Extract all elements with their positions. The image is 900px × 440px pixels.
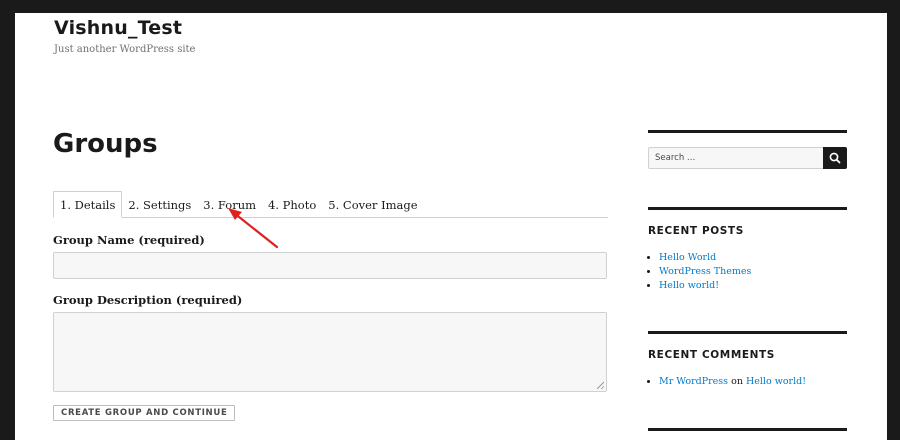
- search-button[interactable]: [823, 147, 847, 169]
- comment-post-link[interactable]: Hello world!: [746, 376, 806, 387]
- group-creation-tabs: 1. Details 2. Settings 3. Forum 4. Photo…: [53, 191, 608, 218]
- list-item: WordPress Themes: [659, 265, 751, 279]
- recent-post-link[interactable]: Hello world!: [659, 280, 719, 291]
- tab-details[interactable]: 1. Details: [53, 191, 123, 218]
- page-title: Groups: [53, 129, 158, 159]
- widget-divider: [648, 130, 847, 133]
- comment-connector: on: [731, 376, 743, 387]
- search-icon: [829, 152, 841, 164]
- search-input[interactable]: Search …: [648, 147, 824, 169]
- list-item: Hello World: [659, 251, 751, 265]
- recent-post-link[interactable]: WordPress Themes: [659, 266, 751, 277]
- site-tagline: Just another WordPress site: [54, 44, 196, 55]
- widget-divider: [648, 207, 847, 210]
- list-item: Mr WordPress on Hello world!: [659, 375, 806, 389]
- recent-posts-title: Recent Posts: [648, 225, 744, 237]
- list-item: Hello world!: [659, 279, 751, 293]
- widget-divider: [648, 331, 847, 334]
- create-group-button[interactable]: Create Group and Continue: [53, 405, 236, 421]
- page: Vishnu_Test Just another WordPress site …: [15, 13, 887, 440]
- site-title[interactable]: Vishnu_Test: [54, 17, 182, 39]
- tab-settings[interactable]: 2. Settings: [122, 192, 197, 217]
- arrow-annotation-icon: [228, 208, 279, 249]
- recent-post-link[interactable]: Hello World: [659, 252, 716, 263]
- widget-divider: [648, 428, 847, 431]
- recent-comments-list: Mr WordPress on Hello world!: [648, 375, 806, 389]
- comment-author-link[interactable]: Mr WordPress: [659, 376, 728, 387]
- recent-comments-title: Recent Comments: [648, 349, 775, 361]
- resize-handle-icon[interactable]: [597, 382, 604, 389]
- recent-posts-list: Hello World WordPress Themes Hello world…: [648, 251, 751, 293]
- tab-cover-image[interactable]: 5. Cover Image: [322, 192, 423, 217]
- group-name-input[interactable]: [53, 252, 607, 279]
- group-description-label: Group Description (required): [53, 293, 243, 307]
- group-name-label: Group Name (required): [53, 233, 205, 247]
- group-description-textarea[interactable]: [53, 312, 607, 392]
